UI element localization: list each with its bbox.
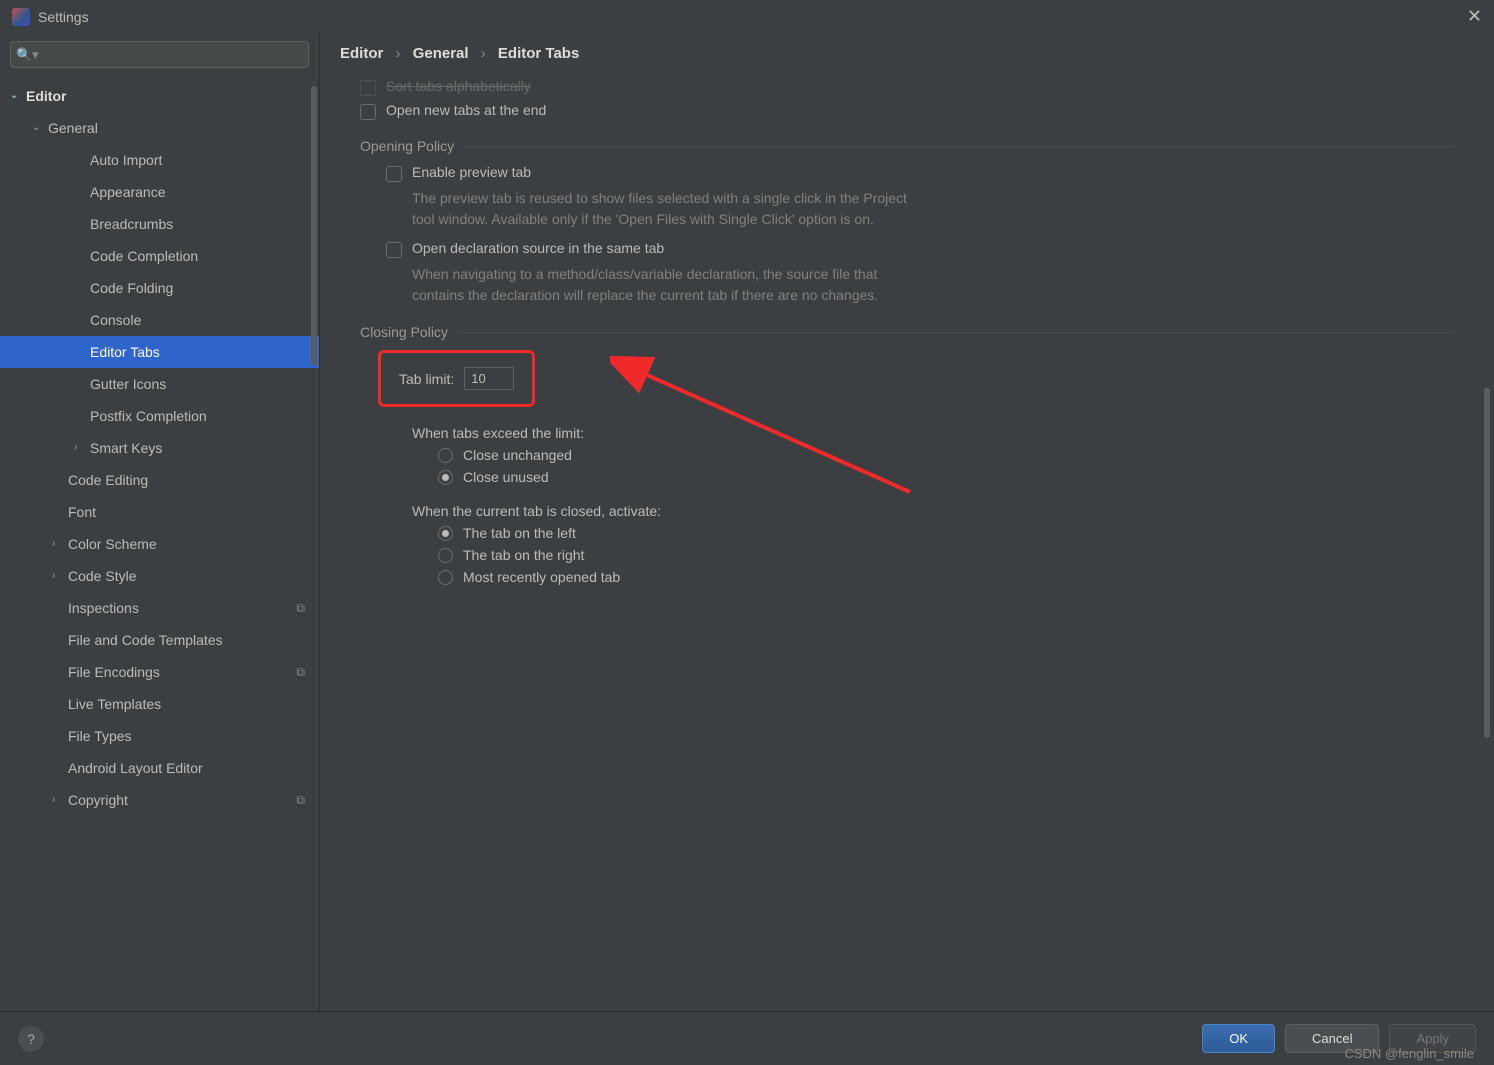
radio-tab-left[interactable]: The tab on the left: [438, 525, 1454, 541]
content-scrollbar[interactable]: [1484, 388, 1490, 738]
copy-icon: ⧉: [296, 661, 305, 683]
tree-appearance[interactable]: Appearance: [0, 176, 319, 208]
tree-console[interactable]: Console: [0, 304, 319, 336]
checkbox[interactable]: [386, 242, 402, 258]
chevron-right-icon: ›: [74, 437, 86, 459]
sidebar: 🔍▾ ⌄Editor ⌄General Auto Import Appearan…: [0, 33, 320, 1011]
radio[interactable]: [438, 470, 453, 485]
checkbox-row-preview[interactable]: Enable preview tab: [386, 164, 1454, 182]
chevron-down-icon: ⌄: [10, 85, 22, 107]
radio-recent[interactable]: Most recently opened tab: [438, 569, 1454, 585]
tree-file-encodings[interactable]: File Encodings⧉: [0, 656, 319, 688]
chevron-down-icon: ⌄: [32, 117, 44, 139]
tree-auto-import[interactable]: Auto Import: [0, 144, 319, 176]
help-button[interactable]: ?: [18, 1026, 44, 1052]
checkbox-label: Open declaration source in the same tab: [412, 240, 664, 256]
chevron-right-icon: ›: [52, 565, 64, 587]
section-closing-policy: Closing Policy: [360, 324, 1454, 340]
chevron-right-icon: ›: [52, 789, 64, 811]
tree-breadcrumbs[interactable]: Breadcrumbs: [0, 208, 319, 240]
radio[interactable]: [438, 570, 453, 585]
apply-button[interactable]: Apply: [1389, 1024, 1476, 1053]
checkbox-row-declaration[interactable]: Open declaration source in the same tab: [386, 240, 1454, 258]
section-opening-policy: Opening Policy: [360, 138, 1454, 154]
window-title: Settings: [38, 9, 89, 25]
tree-inspections[interactable]: Inspections⧉: [0, 592, 319, 624]
tree-general[interactable]: ⌄General: [0, 112, 319, 144]
checkbox-row-sort-alpha[interactable]: Sort tabs alphabetically: [360, 78, 1454, 96]
radio[interactable]: [438, 526, 453, 541]
tree-live-templates[interactable]: Live Templates: [0, 688, 319, 720]
copy-icon: ⧉: [296, 789, 305, 811]
activate-label: When the current tab is closed, activate…: [412, 503, 1454, 519]
tab-limit-input[interactable]: [464, 367, 514, 390]
chevron-right-icon: ›: [52, 533, 64, 555]
radio-close-unused[interactable]: Close unused: [438, 469, 1454, 485]
search-input[interactable]: [10, 41, 309, 68]
radio[interactable]: [438, 448, 453, 463]
tree-smart-keys[interactable]: ›Smart Keys: [0, 432, 319, 464]
tree-gutter-icons[interactable]: Gutter Icons: [0, 368, 319, 400]
declaration-description: When navigating to a method/class/variab…: [412, 264, 932, 306]
checkbox-label: Sort tabs alphabetically: [386, 78, 531, 94]
tree-copyright[interactable]: ›Copyright⧉: [0, 784, 319, 816]
chevron-right-icon: ›: [481, 45, 486, 62]
tree-code-completion[interactable]: Code Completion: [0, 240, 319, 272]
tree-postfix-completion[interactable]: Postfix Completion: [0, 400, 319, 432]
dialog-footer: ? OK Cancel Apply: [0, 1011, 1494, 1065]
cancel-button[interactable]: Cancel: [1285, 1024, 1379, 1053]
chevron-right-icon: ›: [396, 45, 401, 62]
close-icon[interactable]: ✕: [1467, 6, 1482, 27]
tree-font[interactable]: Font: [0, 496, 319, 528]
checkbox[interactable]: [360, 80, 376, 96]
checkbox-label: Open new tabs at the end: [386, 102, 546, 118]
tree-code-style[interactable]: ›Code Style: [0, 560, 319, 592]
tree-file-types[interactable]: File Types: [0, 720, 319, 752]
preview-description: The preview tab is reused to show files …: [412, 188, 932, 230]
tab-limit-label: Tab limit:: [399, 371, 454, 387]
tree-file-templates[interactable]: File and Code Templates: [0, 624, 319, 656]
copy-icon: ⧉: [296, 597, 305, 619]
tree-code-folding[interactable]: Code Folding: [0, 272, 319, 304]
breadcrumb: Editor › General › Editor Tabs: [320, 33, 1494, 68]
crumb-editor[interactable]: Editor: [340, 45, 383, 62]
crumb-editor-tabs: Editor Tabs: [498, 45, 579, 62]
crumb-general[interactable]: General: [413, 45, 469, 62]
checkbox[interactable]: [386, 166, 402, 182]
app-icon: [12, 8, 30, 26]
tree-editor-tabs[interactable]: Editor Tabs: [0, 336, 319, 368]
exceed-label: When tabs exceed the limit:: [412, 425, 1454, 441]
radio[interactable]: [438, 548, 453, 563]
tree-color-scheme[interactable]: ›Color Scheme: [0, 528, 319, 560]
checkbox[interactable]: [360, 104, 376, 120]
content-pane: Editor › General › Editor Tabs Sort tabs…: [320, 33, 1494, 1011]
sidebar-scrollbar[interactable]: [311, 86, 317, 366]
checkbox-row-open-end[interactable]: Open new tabs at the end: [360, 102, 1454, 120]
radio-tab-right[interactable]: The tab on the right: [438, 547, 1454, 563]
settings-tree: ⌄Editor ⌄General Auto Import Appearance …: [0, 76, 319, 1011]
ok-button[interactable]: OK: [1202, 1024, 1275, 1053]
tree-code-editing[interactable]: Code Editing: [0, 464, 319, 496]
tab-limit-highlight: Tab limit:: [378, 350, 535, 407]
checkbox-label: Enable preview tab: [412, 164, 531, 180]
tree-android-layout[interactable]: Android Layout Editor: [0, 752, 319, 784]
titlebar: Settings ✕: [0, 0, 1494, 33]
radio-close-unchanged[interactable]: Close unchanged: [438, 447, 1454, 463]
tree-editor[interactable]: ⌄Editor: [0, 80, 319, 112]
